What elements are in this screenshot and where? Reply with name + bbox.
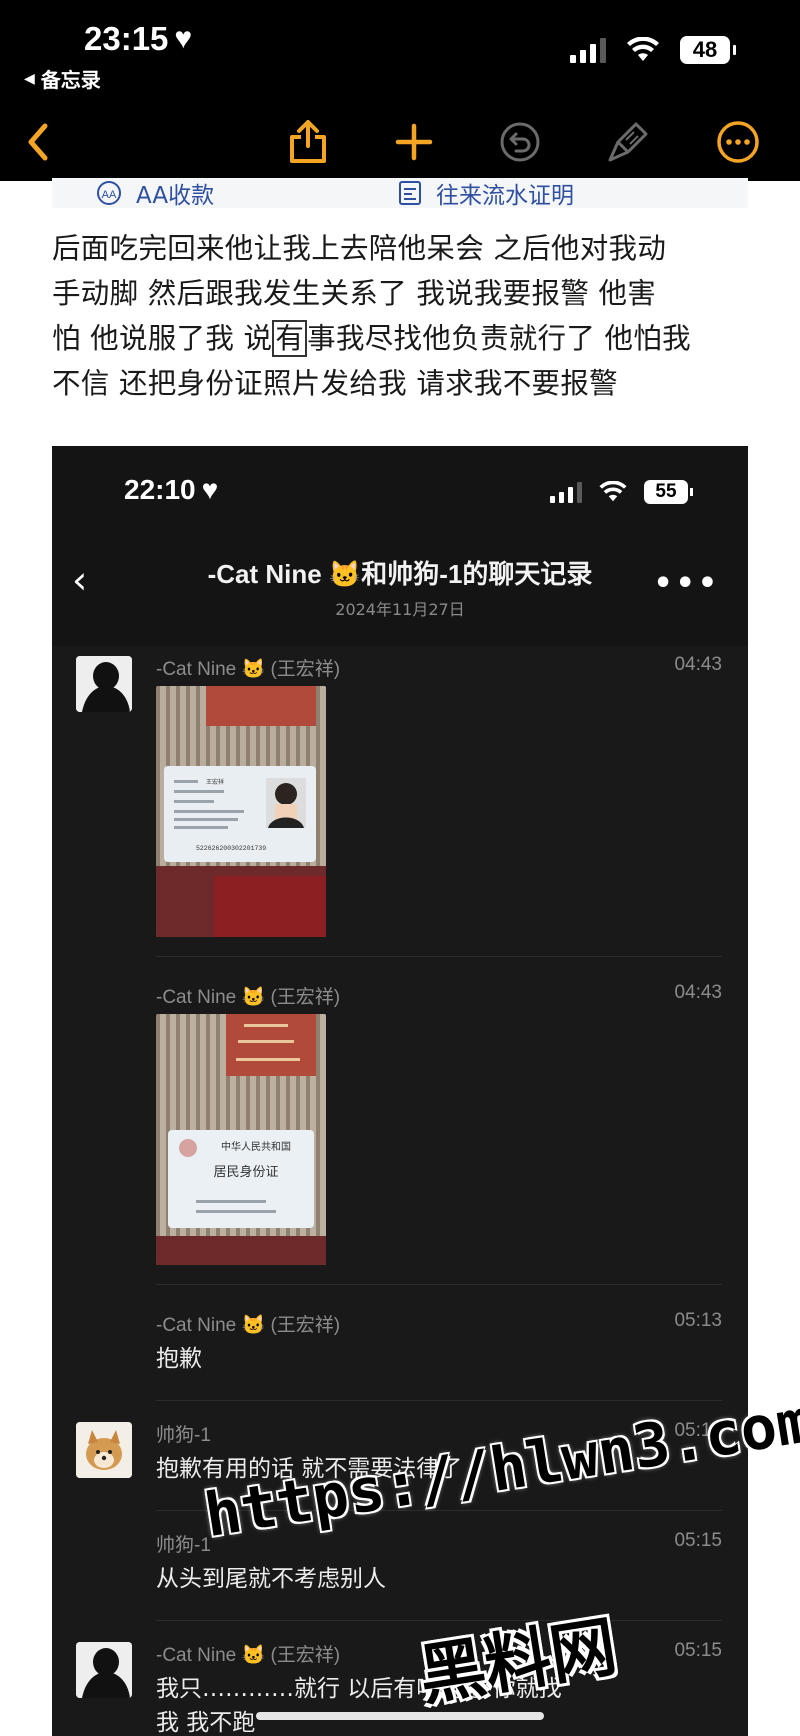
- message-time: 05:13: [674, 1310, 722, 1331]
- avatar: [76, 1422, 132, 1478]
- message-time: 04:43: [674, 654, 722, 675]
- back-to-app-link[interactable]: ◀ 备忘录: [24, 64, 101, 93]
- message-sender: -Cat Nine 🐱 (王宏祥): [156, 1315, 341, 1336]
- transaction-proof-item: 往来流水证明: [398, 178, 574, 209]
- cropped-top-row: AA AA收款 往来流水证明: [52, 178, 748, 209]
- message-text: 从头到尾就不考虑别人: [156, 1566, 386, 1592]
- markup-icon[interactable]: [604, 118, 652, 166]
- chat-more-icon[interactable]: •••: [653, 566, 720, 601]
- status-indicators: 48: [570, 36, 736, 64]
- chat-status-bar: 22:10 ♥ 55: [52, 446, 748, 536]
- message-time: 05:15: [674, 1530, 722, 1551]
- note-line-part: 事我尽找他负责就行了 他怕我: [307, 322, 691, 355]
- message-time: 04:43: [674, 982, 722, 1003]
- aa-payment-icon: AA: [97, 181, 121, 205]
- message-divider: [156, 1284, 722, 1285]
- back-chevron-icon[interactable]: [14, 118, 62, 166]
- note-line-part: 怕 他说服了我 说: [52, 322, 273, 355]
- home-indicator: [256, 1712, 544, 1720]
- plus-icon[interactable]: [390, 118, 438, 166]
- ios-status-bar: 23:15 ♥ ◀ 备忘录 48: [0, 0, 800, 181]
- id-number-text: 522626200302201739: [196, 845, 266, 852]
- cellular-signal-icon: [570, 37, 606, 63]
- note-body: 后面吃完回来他让我上去陪他呆会 之后他对我动 手动脚 然后跟我发生关系了 我说我…: [52, 226, 752, 406]
- wifi-icon: [599, 481, 627, 502]
- status-time: 23:15 ♥: [84, 20, 193, 57]
- wifi-icon: [627, 37, 659, 61]
- avatar: [76, 656, 132, 712]
- message-sender: -Cat Nine 🐱 (王宏祥): [156, 659, 341, 680]
- battery-icon: 48: [680, 36, 736, 64]
- heart-icon: ♥: [201, 474, 219, 505]
- document-icon: [399, 181, 421, 205]
- aa-payment-item: AA AA收款: [96, 178, 215, 209]
- message-text: 抱歉: [156, 1346, 202, 1372]
- note-line: 不信 还把身份证照片发给我 请求我不要报警: [52, 367, 618, 400]
- back-triangle-icon: ◀: [24, 70, 35, 87]
- transaction-proof-label: 往来流水证明: [436, 183, 574, 209]
- chat-screenshot: 22:10 ♥ 55 ‹ -Cat Nine 🐱和帅狗-1的聊天记录 2024年1…: [52, 446, 748, 1736]
- heart-icon: ♥: [174, 22, 193, 55]
- id-card-photo[interactable]: 522626200302201739 王宏祥: [156, 686, 326, 937]
- share-icon[interactable]: [284, 118, 332, 166]
- note-line: 后面吃完回来他让我上去陪他呆会 之后他对我动: [52, 232, 667, 265]
- cellular-signal-icon: [550, 481, 582, 503]
- note-line: 怕 他说服了我 说有事我尽找他负责就行了 他怕我: [52, 316, 752, 361]
- chat-status-indicators: 55: [550, 480, 693, 504]
- message-sender: -Cat Nine 🐱 (王宏祥): [156, 987, 341, 1008]
- undo-icon[interactable]: [496, 118, 544, 166]
- message-sender: 帅狗-1: [156, 1535, 211, 1556]
- battery-icon: 55: [644, 480, 693, 504]
- note-line: 手动脚 然后跟我发生关系了 我说我要报警 他害: [52, 277, 657, 310]
- avatar: [76, 1642, 132, 1698]
- message-divider: [156, 956, 722, 957]
- chat-header: ‹ -Cat Nine 🐱和帅狗-1的聊天记录 2024年11月27日 •••: [52, 536, 748, 646]
- boxed-character: 有: [272, 320, 308, 357]
- svg-text:AA: AA: [102, 189, 117, 201]
- notes-toolbar: [0, 110, 800, 175]
- message-sender: -Cat Nine 🐱 (王宏祥): [156, 1645, 341, 1666]
- chat-status-time: 22:10 ♥: [124, 474, 219, 505]
- id-card-title-text: 居民身份证: [213, 1164, 278, 1180]
- id-card-back-photo[interactable]: 中华人民共和国 居民身份证: [156, 1014, 326, 1265]
- message-divider: [156, 1400, 722, 1401]
- id-card-header-text: 中华人民共和国: [221, 1140, 291, 1153]
- chat-title: -Cat Nine 🐱和帅狗-1的聊天记录: [207, 559, 593, 589]
- chat-date: 2024年11月27日: [335, 600, 465, 619]
- aa-payment-label: AA收款: [136, 183, 215, 209]
- message-time: 05:15: [674, 1640, 722, 1661]
- more-icon[interactable]: [714, 118, 762, 166]
- back-app-label: 备忘录: [40, 68, 101, 92]
- id-name-text: 王宏祥: [206, 778, 224, 786]
- message-sender: 帅狗-1: [156, 1425, 211, 1446]
